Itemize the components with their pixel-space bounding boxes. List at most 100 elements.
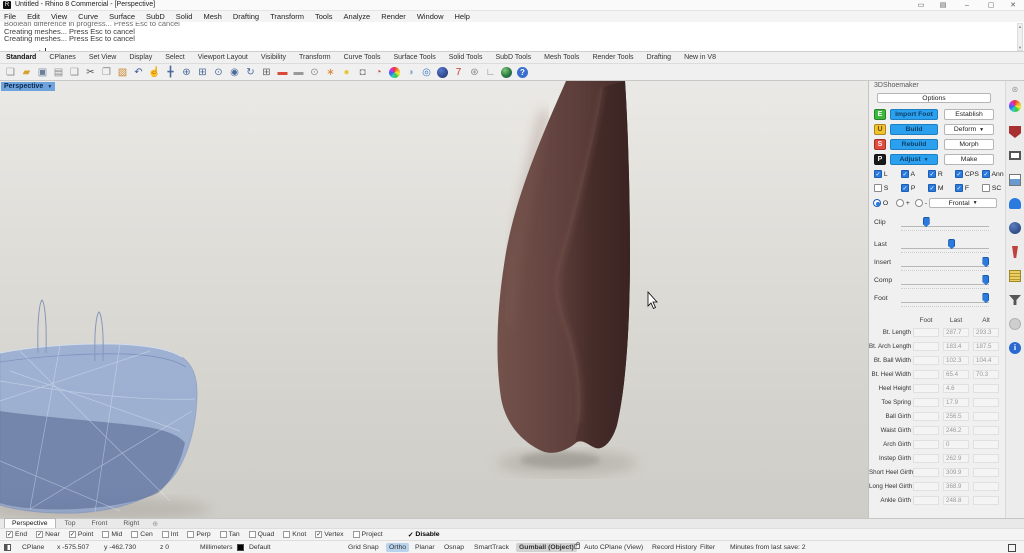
save-icon[interactable]: ▣ bbox=[36, 66, 49, 79]
notes-list-icon[interactable] bbox=[1009, 270, 1021, 282]
cell-foot[interactable] bbox=[913, 356, 939, 365]
toolbar-tab-subd-tools[interactable]: SubD Tools bbox=[495, 54, 531, 61]
options-button[interactable]: Options bbox=[877, 93, 991, 103]
help-icon[interactable]: ? bbox=[517, 67, 528, 78]
cell-foot[interactable] bbox=[913, 496, 939, 505]
osnap-checkbox[interactable] bbox=[283, 531, 290, 538]
menu-analyze[interactable]: Analyze bbox=[344, 12, 371, 21]
checkbox-box[interactable]: ✓ bbox=[955, 184, 963, 192]
radio-circle[interactable] bbox=[915, 199, 923, 207]
properties-icon[interactable]: ❑ bbox=[68, 66, 81, 79]
move-icon[interactable]: ╋ bbox=[164, 66, 177, 79]
zoom-dynamic-icon[interactable]: ⊙ bbox=[212, 66, 225, 79]
osnap-perp[interactable]: Perp bbox=[187, 531, 210, 538]
cell-last[interactable]: 4.6 bbox=[943, 384, 969, 393]
osnap-checkbox[interactable] bbox=[131, 531, 138, 538]
checkbox-box[interactable]: ✓ bbox=[928, 170, 936, 178]
status-toggle-grid-snap[interactable]: Grid Snap bbox=[348, 544, 379, 551]
status-toggle-planar[interactable]: Planar bbox=[415, 544, 435, 551]
shaded-viewport-icon[interactable]: ◔ bbox=[372, 66, 385, 79]
info-icon[interactable]: i bbox=[1009, 342, 1021, 354]
menu-transform[interactable]: Transform bbox=[270, 12, 304, 21]
cell-foot[interactable] bbox=[913, 398, 939, 407]
osnap-quad[interactable]: Quad bbox=[249, 531, 275, 538]
zoom-icon[interactable]: ⊕ bbox=[180, 66, 193, 79]
status-toggle-gumball-object[interactable]: Gumball (Object) bbox=[516, 543, 577, 552]
checkbox-l[interactable]: ✓ L bbox=[874, 170, 888, 178]
cell-foot[interactable] bbox=[913, 412, 939, 421]
viewport-layout-icon[interactable]: ⊞ bbox=[260, 66, 273, 79]
toolbar-tab-curve-tools[interactable]: Curve Tools bbox=[344, 54, 381, 61]
minimize-button[interactable]: – bbox=[958, 0, 976, 11]
status-toggle-filter[interactable]: Filter bbox=[700, 544, 715, 551]
raytraced-viewport-icon[interactable] bbox=[437, 67, 448, 78]
toolbar-tab-render-tools[interactable]: Render Tools bbox=[592, 54, 633, 61]
cell-last[interactable]: 0 bbox=[943, 440, 969, 449]
morph-button[interactable]: Morph bbox=[944, 139, 994, 150]
slider-track[interactable] bbox=[901, 239, 989, 253]
toolbar-tab-set-view[interactable]: Set View bbox=[89, 54, 117, 61]
radio-o[interactable]: O bbox=[873, 199, 888, 207]
status-toggle-ortho[interactable]: Ortho bbox=[386, 543, 409, 552]
slider-track[interactable] bbox=[901, 293, 989, 307]
close-button[interactable]: ✕ bbox=[1004, 0, 1022, 11]
scroll-up-icon[interactable]: ▲ bbox=[1018, 24, 1022, 29]
cell-foot[interactable] bbox=[913, 384, 939, 393]
osnap-knot[interactable]: Knot bbox=[283, 531, 306, 538]
toolbar-tab-transform[interactable]: Transform bbox=[299, 54, 331, 61]
viewport-tab-perspective[interactable]: Perspective bbox=[4, 518, 56, 528]
rendered-display-icon[interactable]: ◎ bbox=[420, 66, 433, 79]
units-button[interactable]: Millimeters bbox=[200, 544, 232, 551]
new-file-icon[interactable]: ❏ bbox=[4, 66, 17, 79]
build-icon-button[interactable]: U bbox=[874, 124, 886, 135]
radio-circle[interactable] bbox=[896, 199, 904, 207]
osnap-checkbox[interactable] bbox=[162, 531, 169, 538]
cell-alt[interactable]: 187.5 bbox=[973, 342, 999, 351]
perspective-viewport[interactable]: Perspective ▼ bbox=[0, 81, 868, 518]
paste-icon[interactable]: ▧ bbox=[116, 66, 129, 79]
command-scrollbar[interactable]: ▲ ▼ bbox=[1017, 23, 1023, 51]
toolbar-tab-viewport-layout[interactable]: Viewport Layout bbox=[198, 54, 248, 61]
status-toggle-osnap[interactable]: Osnap bbox=[444, 544, 464, 551]
cell-alt[interactable] bbox=[973, 468, 999, 477]
earth-render-icon[interactable] bbox=[501, 67, 512, 78]
cell-alt[interactable] bbox=[973, 384, 999, 393]
status-toggle-minutes-from-last-save-2[interactable]: Minutes from last save: 2 bbox=[730, 544, 806, 551]
cell-foot[interactable] bbox=[913, 328, 939, 337]
status-toggle-record-history[interactable]: Record History bbox=[652, 544, 697, 551]
cell-last[interactable]: 309.9 bbox=[943, 468, 969, 477]
checkbox-sc[interactable]: SC bbox=[982, 184, 1001, 192]
toolbar-tab-cplanes[interactable]: CPlanes bbox=[49, 54, 75, 61]
slider-track[interactable] bbox=[901, 275, 989, 289]
open-file-icon[interactable]: ▰ bbox=[20, 66, 33, 79]
menu-drafting[interactable]: Drafting bbox=[233, 12, 259, 21]
panel-toggle-icon[interactable] bbox=[1008, 544, 1016, 552]
render-settings-icon[interactable]: 7 bbox=[452, 66, 465, 79]
gear-settings-icon[interactable]: ⊛ bbox=[468, 66, 481, 79]
osnap-checkbox[interactable]: ✓ bbox=[315, 531, 322, 538]
cell-last[interactable]: 368.9 bbox=[943, 482, 969, 491]
checkbox-p[interactable]: ✓ P bbox=[901, 184, 915, 192]
menu-curve[interactable]: Curve bbox=[78, 12, 98, 21]
cell-alt[interactable] bbox=[973, 398, 999, 407]
menu-solid[interactable]: Solid bbox=[176, 12, 193, 21]
lightbulb-icon[interactable]: ● bbox=[340, 66, 353, 79]
toolbar-tab-select[interactable]: Select bbox=[165, 54, 184, 61]
cell-alt[interactable]: 104.4 bbox=[973, 356, 999, 365]
cell-last[interactable]: 102.3 bbox=[943, 356, 969, 365]
radio-[interactable]: + bbox=[896, 199, 910, 207]
pan-icon[interactable]: ☝ bbox=[148, 66, 161, 79]
checkbox-m[interactable]: ✓ M bbox=[928, 184, 944, 192]
import-foot-icon-button[interactable]: E bbox=[874, 109, 886, 120]
deform-button[interactable]: Deform▼ bbox=[944, 124, 994, 135]
rendered-viewport-icon[interactable] bbox=[389, 67, 400, 78]
cell-alt[interactable] bbox=[973, 496, 999, 505]
command-history-area[interactable]: Boolean difference in progress... Press … bbox=[0, 22, 1024, 52]
panel-layout-icon[interactable]: ▤ bbox=[934, 0, 952, 11]
osnap-cen[interactable]: Cen bbox=[131, 531, 152, 538]
cell-last[interactable]: 17.9 bbox=[943, 398, 969, 407]
cell-alt[interactable] bbox=[973, 440, 999, 449]
menu-edit[interactable]: Edit bbox=[27, 12, 40, 21]
status-toggle-smarttrack[interactable]: SmartTrack bbox=[474, 544, 509, 551]
cell-alt[interactable] bbox=[973, 454, 999, 463]
